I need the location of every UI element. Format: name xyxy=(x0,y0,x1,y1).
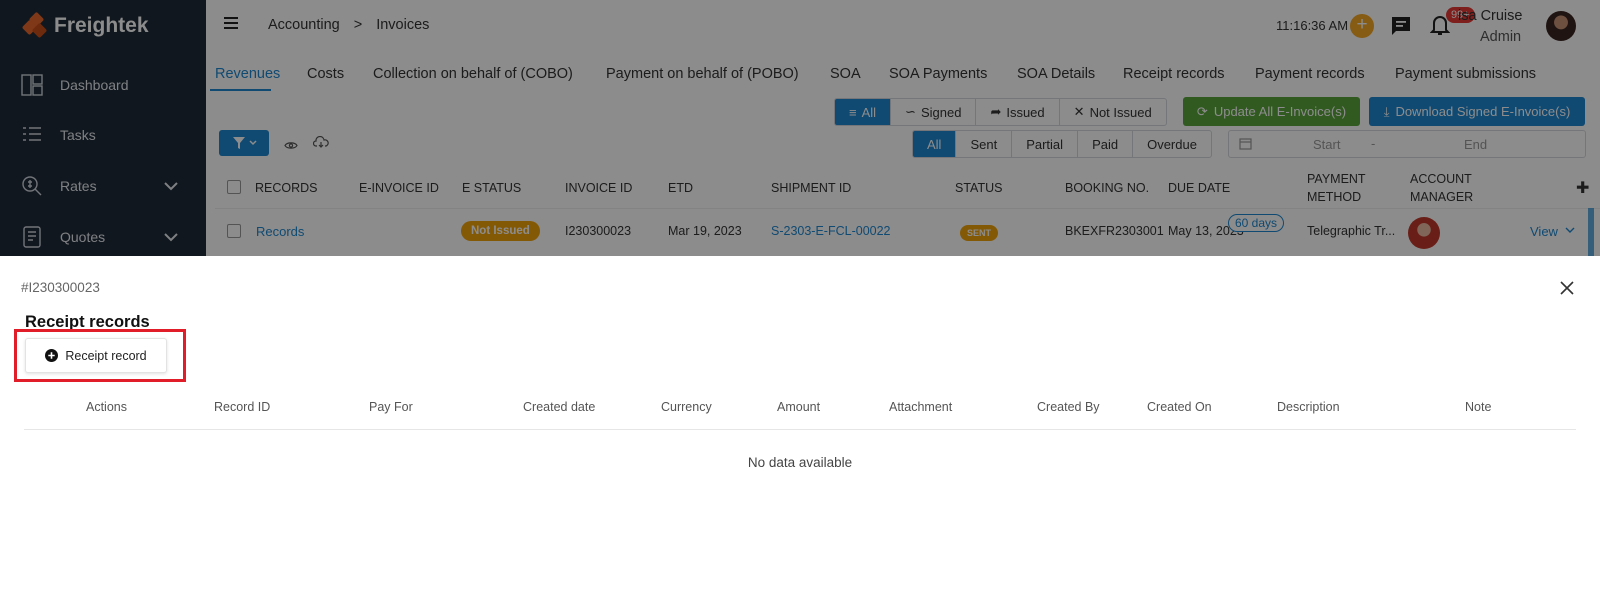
column-pay-for[interactable]: Pay For xyxy=(369,400,413,414)
column-created-date[interactable]: Created date xyxy=(523,400,595,414)
empty-state-message: No data available xyxy=(747,455,853,470)
column-currency[interactable]: Currency xyxy=(661,400,712,414)
column-description[interactable]: Description xyxy=(1277,400,1340,414)
button-label: Receipt record xyxy=(65,348,147,363)
invoice-reference: #I230300023 xyxy=(21,280,100,295)
column-record-id[interactable]: Record ID xyxy=(214,400,270,414)
column-amount[interactable]: Amount xyxy=(777,400,820,414)
column-created-by[interactable]: Created By xyxy=(1037,400,1100,414)
drawer-title: Receipt records xyxy=(25,313,150,331)
plus-circle-icon xyxy=(45,349,59,362)
column-attachment[interactable]: Attachment xyxy=(889,400,952,414)
column-note[interactable]: Note xyxy=(1465,400,1491,414)
modal-overlay[interactable] xyxy=(0,0,1600,256)
add-receipt-record-button[interactable]: Receipt record xyxy=(25,338,167,373)
column-created-on[interactable]: Created On xyxy=(1147,400,1212,414)
close-icon[interactable] xyxy=(1559,280,1579,300)
receipt-records-drawer: #I230300023 Receipt records Receipt reco… xyxy=(0,256,1600,593)
column-actions: Actions xyxy=(86,400,127,414)
receipt-records-table-header: Actions Record ID Pay For Created date C… xyxy=(24,386,1576,430)
app-background: Freightek Dashboard Tasks Rates Quotes A… xyxy=(0,0,1600,256)
